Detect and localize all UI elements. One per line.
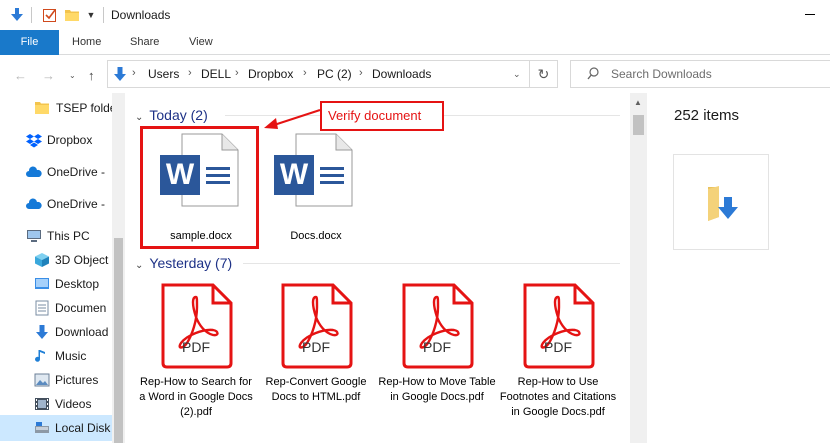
group-header-today[interactable]: ⌄ Today (2) bbox=[135, 107, 208, 123]
sidebar-item-videos[interactable]: Videos bbox=[0, 392, 112, 416]
divider bbox=[31, 7, 32, 23]
pdf-icon bbox=[400, 283, 474, 372]
chevron-right-icon[interactable]: › bbox=[188, 67, 192, 79]
navigation-pane: TSEP folde Dropbox OneDrive - OneDrive -… bbox=[0, 93, 125, 443]
tab-view[interactable]: View bbox=[189, 30, 213, 55]
sidebar-item-desktop[interactable]: Desktop bbox=[0, 272, 112, 296]
cloud-icon bbox=[26, 164, 42, 180]
breadcrumb-dropbox[interactable]: Dropbox bbox=[248, 67, 293, 81]
breadcrumb-pc2[interactable]: PC (2) bbox=[317, 67, 352, 81]
pdf-icon bbox=[279, 283, 353, 372]
scroll-up-icon[interactable]: ▲ bbox=[634, 98, 642, 107]
divider bbox=[103, 7, 104, 23]
ribbon-tabs: File Home Share View bbox=[0, 30, 830, 55]
file-name: Docs.docx bbox=[290, 230, 342, 242]
folder-icon[interactable] bbox=[64, 7, 80, 23]
recent-locations-icon[interactable]: ⌄ bbox=[69, 71, 76, 80]
file-item-pdf-search-word[interactable]: PDF Rep-How to Search for a Word in Goog… bbox=[137, 281, 255, 441]
file-name: Rep-How to Search for a Word in Google D… bbox=[139, 376, 253, 418]
search-icon bbox=[587, 67, 599, 84]
details-pane: 252 items bbox=[647, 93, 830, 443]
chevron-right-icon[interactable]: › bbox=[235, 67, 239, 79]
dropbox-icon bbox=[26, 132, 42, 148]
back-icon[interactable]: ← bbox=[14, 68, 27, 83]
forward-icon[interactable]: → bbox=[42, 68, 55, 83]
group-header-yesterday[interactable]: ⌄ Yesterday (7) bbox=[135, 255, 232, 271]
pdf-badge: PDF bbox=[182, 339, 210, 355]
scrollbar-thumb[interactable] bbox=[633, 115, 644, 135]
videos-icon bbox=[34, 396, 50, 412]
refresh-icon: ↻ bbox=[537, 65, 550, 82]
pdf-badge: PDF bbox=[544, 339, 572, 355]
sidebar-item-tsep-folder[interactable]: TSEP folde bbox=[0, 96, 112, 120]
sidebar-item-onedrive-2[interactable]: OneDrive - bbox=[0, 192, 112, 216]
download-location-icon bbox=[113, 66, 127, 85]
file-name: Rep-How to Move Table in Google Docs.pdf bbox=[378, 376, 496, 403]
chevron-down-icon[interactable]: ⌄ bbox=[135, 260, 143, 271]
up-icon[interactable]: ↑ bbox=[88, 68, 95, 83]
sidebar-item-onedrive-1[interactable]: OneDrive - bbox=[0, 160, 112, 184]
pdf-icon bbox=[159, 283, 233, 372]
sidebar-item-pictures[interactable]: Pictures bbox=[0, 368, 112, 392]
download-icon bbox=[34, 324, 50, 340]
search-input[interactable]: Search Downloads bbox=[611, 67, 712, 81]
window-title: Downloads bbox=[111, 8, 171, 22]
highlight-box bbox=[140, 126, 259, 249]
chevron-right-icon: › bbox=[132, 67, 136, 79]
file-item-pdf-move-table[interactable]: PDF Rep-How to Move Table in Google Docs… bbox=[378, 281, 496, 441]
folder-icon bbox=[34, 100, 50, 116]
dropdown-icon[interactable]: ▼ bbox=[86, 7, 96, 23]
folder-preview bbox=[673, 154, 769, 250]
divider bbox=[243, 263, 620, 264]
file-item-pdf-footnotes[interactable]: PDF Rep-How to Use Footnotes and Citatio… bbox=[499, 281, 617, 441]
scrollbar-thumb[interactable] bbox=[114, 238, 123, 443]
sidebar-item-downloads[interactable]: Download bbox=[0, 320, 112, 344]
file-item-pdf-convert-html[interactable]: PDF Rep-Convert Google Docs to HTML.pdf bbox=[257, 281, 375, 441]
content-scrollbar[interactable]: ▲ bbox=[630, 93, 647, 443]
tab-share[interactable]: Share bbox=[130, 30, 159, 55]
downloads-folder-icon bbox=[704, 183, 742, 226]
checkbox-icon[interactable] bbox=[42, 7, 58, 23]
arrow-down-icon[interactable] bbox=[8, 7, 26, 23]
sidebar-item-music[interactable]: Music bbox=[0, 344, 112, 368]
desktop-icon bbox=[34, 276, 50, 292]
file-name: Rep-Convert Google Docs to HTML.pdf bbox=[265, 376, 367, 403]
sidebar-item-documents[interactable]: Documen bbox=[0, 296, 112, 320]
sidebar-item-3d-objects[interactable]: 3D Object bbox=[0, 248, 112, 272]
sidebar-item-dropbox[interactable]: Dropbox bbox=[0, 128, 112, 152]
music-icon bbox=[34, 348, 50, 364]
title-bar: ▼ Downloads bbox=[0, 0, 830, 30]
breadcrumb-downloads[interactable]: Downloads bbox=[372, 67, 431, 81]
tab-home[interactable]: Home bbox=[72, 30, 101, 55]
computer-icon bbox=[26, 228, 42, 244]
tab-file[interactable]: File bbox=[0, 30, 59, 55]
refresh-button[interactable]: ↻ bbox=[530, 60, 558, 88]
chevron-right-icon[interactable]: › bbox=[303, 67, 307, 79]
sidebar-item-local-disk[interactable]: Local Disk bbox=[0, 415, 112, 441]
minimize-button[interactable] bbox=[805, 14, 815, 15]
word-letter: W bbox=[279, 158, 309, 191]
cube-icon bbox=[34, 252, 50, 268]
navigation-pane-scrollbar[interactable] bbox=[112, 93, 125, 443]
sidebar-item-this-pc[interactable]: This PC bbox=[0, 224, 112, 248]
file-name: Rep-How to Use Footnotes and Citations i… bbox=[499, 376, 617, 418]
pdf-icon bbox=[521, 283, 595, 372]
disk-icon bbox=[34, 420, 50, 436]
breadcrumb-dell[interactable]: DELL bbox=[201, 67, 231, 81]
cloud-icon bbox=[26, 196, 42, 212]
annotation-arrow-icon bbox=[262, 108, 322, 133]
pictures-icon bbox=[34, 372, 50, 388]
file-item-docs-docx[interactable]: W Docs.docx bbox=[257, 129, 375, 247]
chevron-right-icon[interactable]: › bbox=[359, 67, 363, 79]
pdf-badge: PDF bbox=[302, 339, 330, 355]
breadcrumb-users[interactable]: Users bbox=[148, 67, 179, 81]
item-count: 252 items bbox=[674, 107, 740, 124]
document-icon bbox=[34, 300, 50, 316]
annotation-callout: Verify document bbox=[320, 101, 444, 131]
search-box[interactable]: Search Downloads bbox=[570, 60, 830, 88]
chevron-down-icon[interactable]: ⌄ bbox=[135, 112, 143, 123]
address-bar[interactable]: › Users › DELL › Dropbox › PC (2) › Down… bbox=[107, 60, 530, 88]
chevron-down-icon[interactable]: ⌄ bbox=[513, 69, 521, 80]
pdf-badge: PDF bbox=[423, 339, 451, 355]
